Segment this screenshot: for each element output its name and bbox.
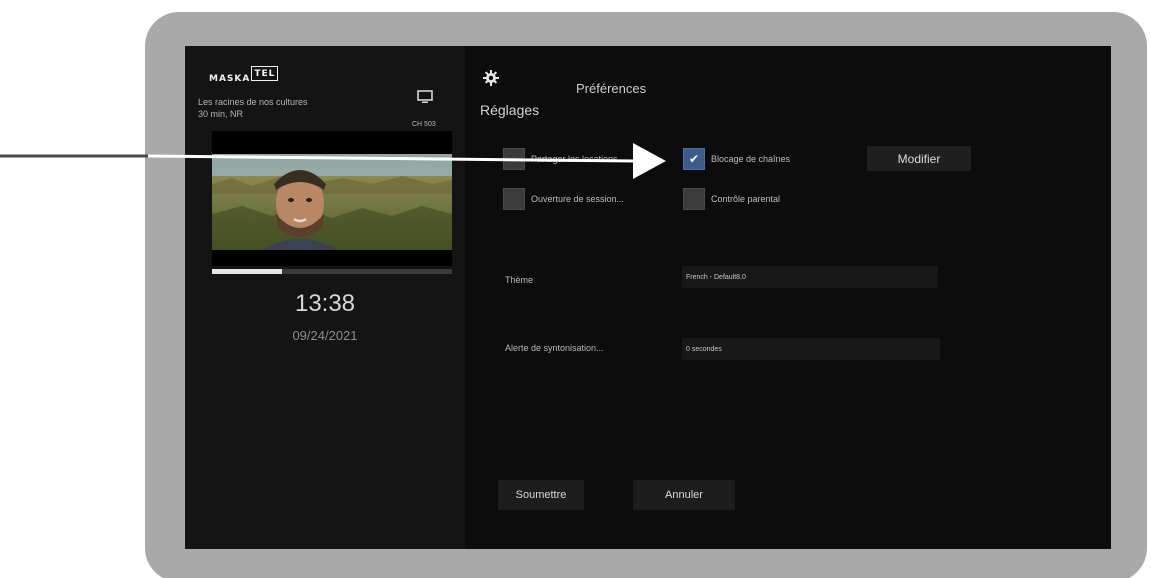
playback-progress-fill bbox=[212, 269, 282, 274]
option-share-rentals[interactable]: Partager les locations bbox=[503, 148, 618, 170]
maskatel-logo: MASKA TEL bbox=[209, 64, 279, 84]
playback-progress bbox=[212, 269, 452, 274]
now-playing-panel: MASKA TEL Les racines de nos cultures 30 … bbox=[185, 46, 465, 549]
submit-button[interactable]: Soumettre bbox=[498, 480, 584, 510]
logo-prefix: MASKA bbox=[209, 74, 251, 84]
channel-label: CH 503 bbox=[412, 121, 436, 128]
checkbox-channel-blocking[interactable]: ✔ bbox=[683, 148, 705, 170]
tv-screen: MASKA TEL Les racines de nos cultures 30 … bbox=[185, 46, 1111, 549]
tuning-alert-select[interactable]: 0 secondes bbox=[682, 338, 940, 360]
option-label: Blocage de chaînes bbox=[711, 154, 791, 164]
checkbox-share-rentals[interactable] bbox=[503, 148, 525, 170]
theme-select[interactable]: French - Default8.0 bbox=[682, 266, 938, 288]
option-session-login[interactable]: Ouverture de session... bbox=[503, 188, 624, 210]
option-label: Contrôle parental bbox=[711, 194, 781, 204]
option-label: Ouverture de session... bbox=[531, 194, 625, 204]
checkmark-icon: ✔ bbox=[688, 152, 700, 166]
option-label: Partager les locations bbox=[531, 154, 618, 164]
checkbox-session-login[interactable] bbox=[503, 188, 525, 210]
cancel-button[interactable]: Annuler bbox=[633, 480, 735, 510]
video-frame-image bbox=[212, 154, 452, 250]
program-meta: 30 min, NR bbox=[198, 109, 244, 119]
clock-date: 09/24/2021 bbox=[292, 328, 358, 343]
tv-icon bbox=[417, 90, 433, 103]
gear-icon bbox=[483, 70, 499, 86]
program-title: Les racines de nos cultures bbox=[198, 97, 308, 107]
option-channel-blocking[interactable]: ✔ Blocage de chaînes bbox=[683, 148, 790, 170]
clock-time: 13:38 bbox=[294, 290, 356, 317]
modify-button[interactable]: Modifier bbox=[867, 146, 971, 171]
checkbox-parental-control[interactable] bbox=[683, 188, 705, 210]
logo-box: TEL bbox=[251, 66, 279, 81]
option-parental-control[interactable]: Contrôle parental bbox=[683, 188, 780, 210]
settings-title: Réglages bbox=[480, 102, 540, 118]
tuning-alert-label: Alerte de syntonisation... bbox=[505, 343, 604, 353]
theme-label: Thème bbox=[505, 275, 534, 285]
tab-preferences[interactable]: Préférences bbox=[576, 81, 646, 96]
video-preview[interactable] bbox=[212, 131, 452, 266]
